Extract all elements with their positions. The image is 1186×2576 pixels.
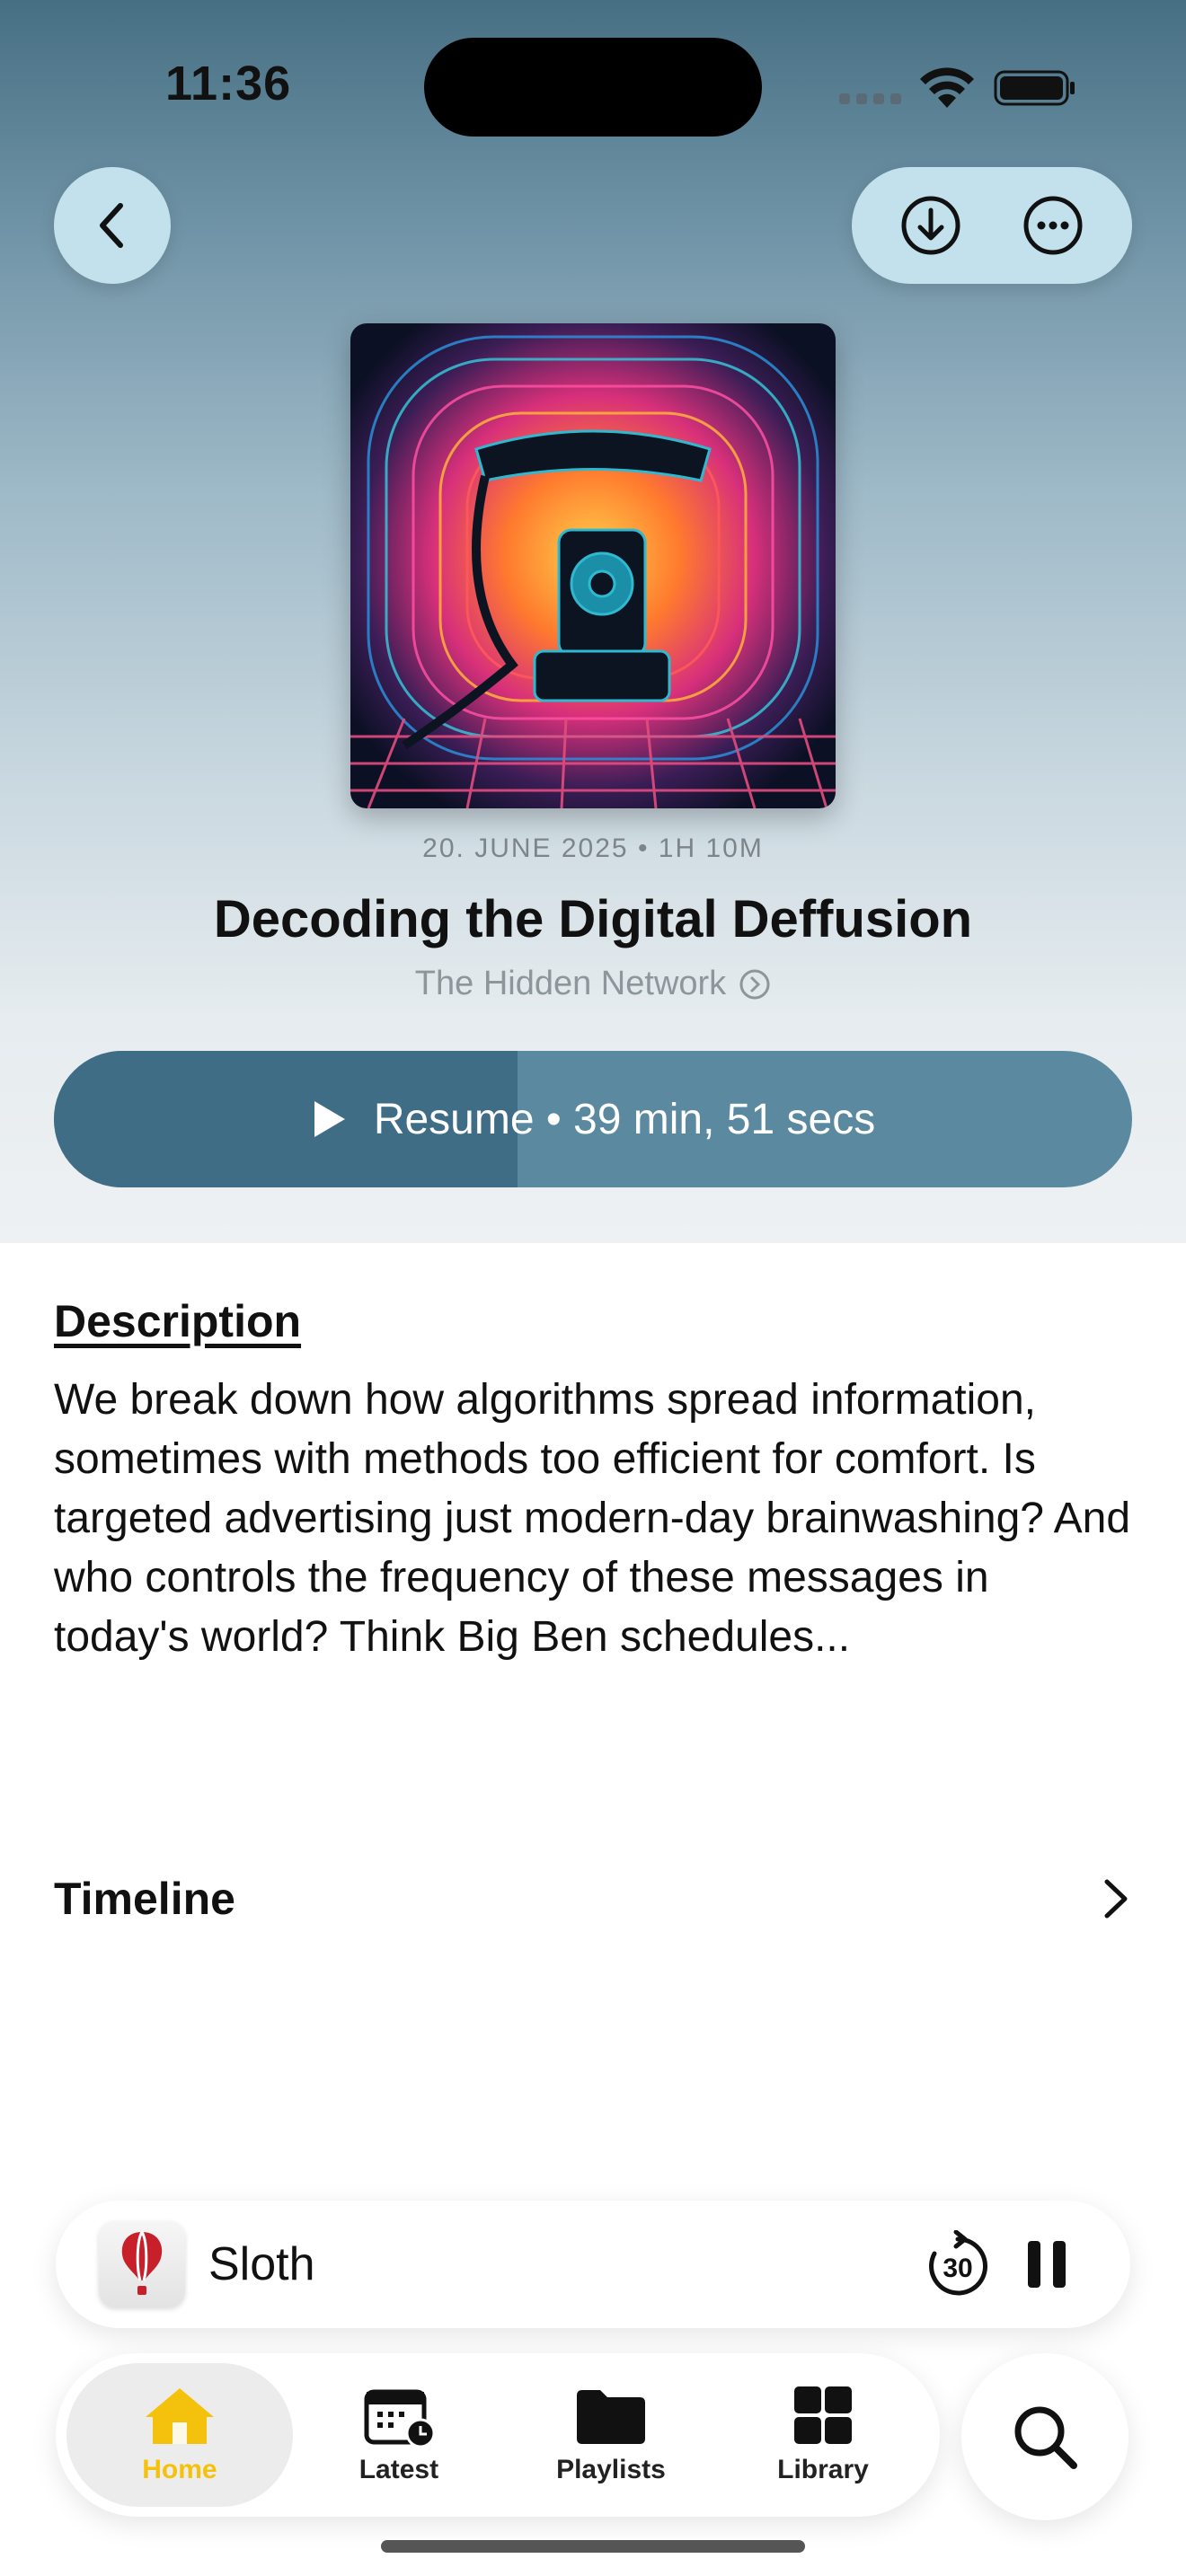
tab-library[interactable]: Library: [717, 2363, 929, 2507]
cellular-signal-icon: [839, 93, 901, 104]
mini-player-title: Sloth: [208, 2238, 315, 2290]
tab-home[interactable]: Home: [66, 2363, 293, 2507]
tab-latest-label: Latest: [358, 2455, 439, 2484]
skip-seconds-label: 30: [943, 2254, 973, 2283]
calendar-clock-icon: [364, 2389, 436, 2448]
search-button[interactable]: [961, 2353, 1128, 2520]
hot-air-balloon-icon: [121, 2231, 163, 2295]
episode-meta: 20. JUNE 2025 • 1H 10M: [422, 834, 764, 863]
grid-icon: [793, 2386, 852, 2444]
podcast-link[interactable]: The Hidden Network: [0, 965, 1186, 1003]
chevron-right-icon: [1104, 1879, 1128, 1919]
more-options-icon[interactable]: [1022, 194, 1084, 257]
chevron-right-circle-icon: [739, 969, 770, 999]
mini-player[interactable]: Sloth 30: [56, 2201, 1130, 2328]
tab-playlists[interactable]: Playlists: [505, 2363, 717, 2507]
resume-button[interactable]: Resume • 39 min, 51 secs: [54, 1051, 1132, 1187]
download-icon[interactable]: [899, 194, 962, 257]
home-indicator: [381, 2540, 805, 2553]
dynamic-island: [424, 38, 762, 137]
wifi-icon: [920, 67, 974, 108]
podcast-name: The Hidden Network: [414, 965, 727, 1002]
back-button[interactable]: [54, 167, 171, 284]
episode-artwork: [350, 323, 836, 808]
timeline-row[interactable]: Timeline: [54, 1863, 1132, 1935]
pause-icon[interactable]: [1026, 2239, 1067, 2289]
resume-label: Resume • 39 min, 51 secs: [373, 1095, 876, 1143]
chevron-left-icon: [100, 203, 123, 248]
play-icon: [314, 1101, 345, 1137]
description-heading: Description: [54, 1296, 302, 1346]
mini-player-artwork: [99, 2221, 185, 2307]
timeline-label: Timeline: [54, 1874, 235, 1924]
episode-title: Decoding the Digital Deffusion: [213, 890, 973, 948]
folder-icon: [576, 2390, 645, 2444]
skip-back-30-button[interactable]: 30: [925, 2229, 990, 2298]
tab-latest[interactable]: Latest: [293, 2363, 505, 2507]
status-time: 11:36: [165, 57, 292, 110]
house-icon: [145, 2388, 214, 2444]
tab-bar: Home Latest Playlists Library: [56, 2353, 940, 2517]
battery-icon: [994, 70, 1075, 106]
episode-actions: [852, 167, 1132, 284]
tab-home-label: Home: [142, 2455, 217, 2484]
description-text: We break down how algorithms spread info…: [54, 1376, 1131, 1661]
tab-playlists-label: Playlists: [556, 2455, 666, 2484]
episode-header: 11:36 20. JUNE 2025 • 1H 10M Decoding th…: [0, 0, 1186, 1243]
tab-library-label: Library: [777, 2455, 869, 2484]
search-icon: [1014, 2406, 1077, 2469]
